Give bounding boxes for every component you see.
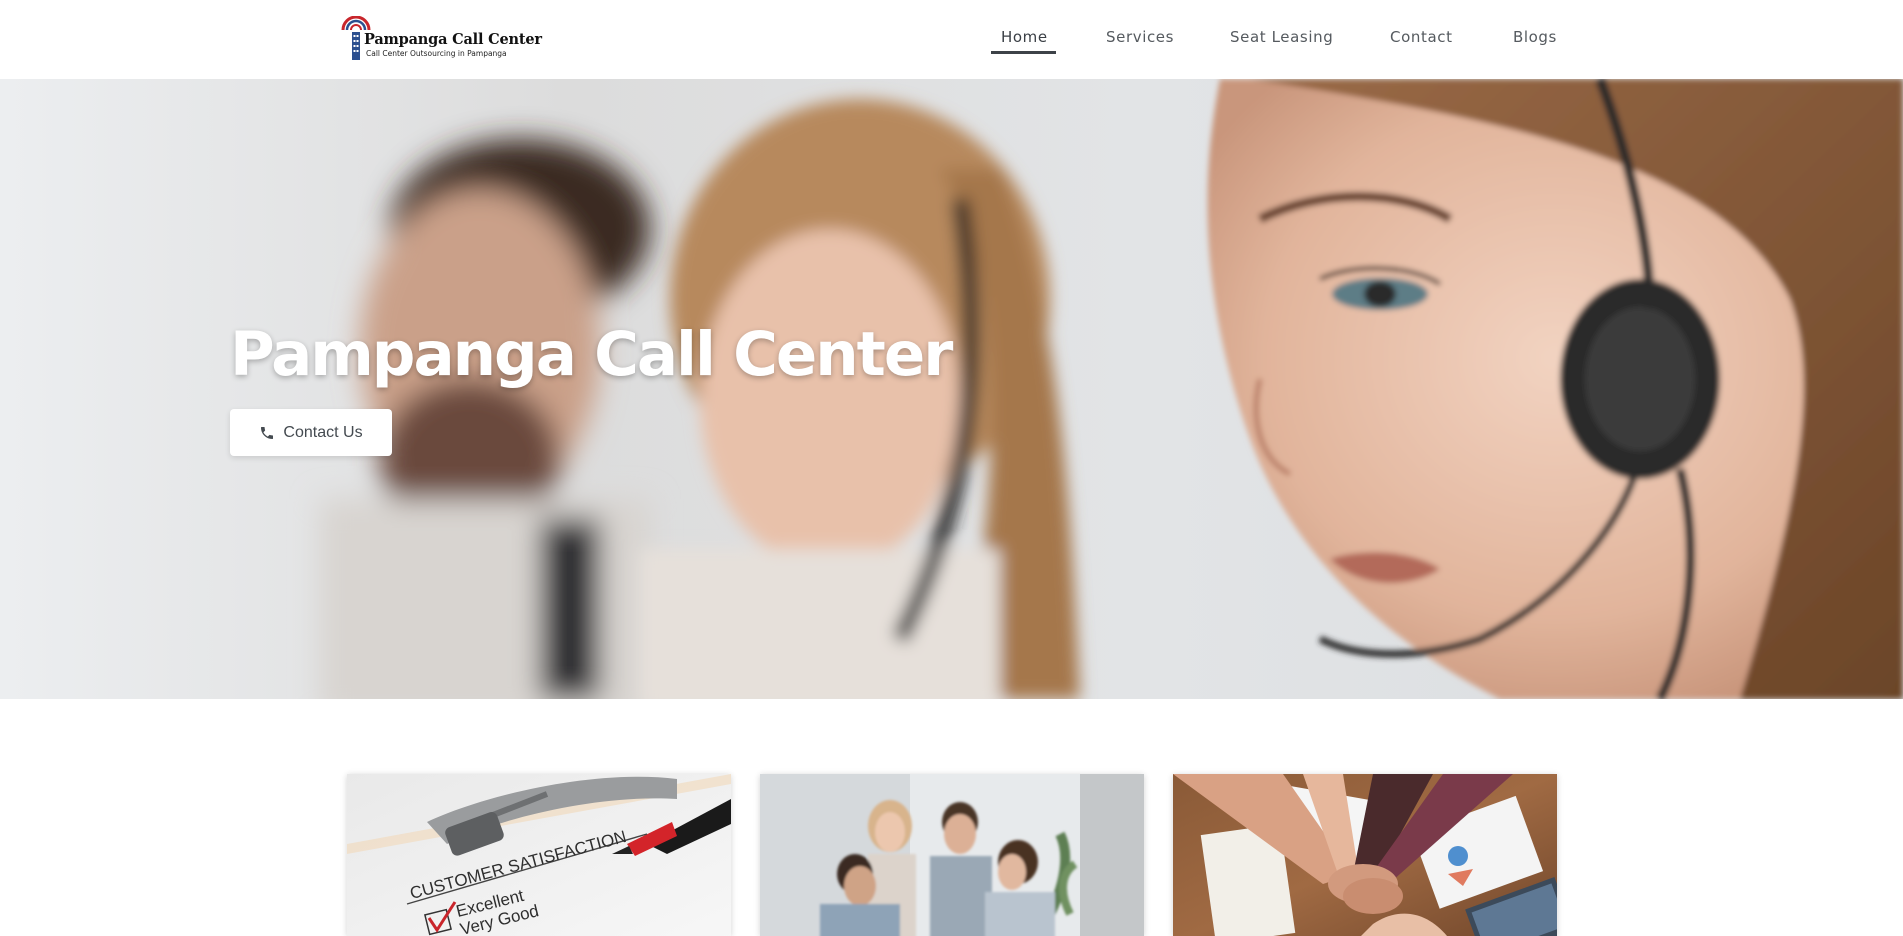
nav-item-contact[interactable]: Contact [1390,28,1453,52]
nav-active-indicator [991,51,1056,54]
nav-item-services[interactable]: Services [1106,28,1174,52]
nav-item-seat-leasing[interactable]: Seat Leasing [1230,28,1333,52]
main-nav: Home Services Seat Leasing Contact Blogs [0,0,1903,79]
nav-item-home[interactable]: Home [1001,28,1048,52]
hero-banner: Pampanga Call Center Contact Us [0,79,1903,699]
card-team-meeting[interactable] [760,774,1144,936]
card-customer-satisfaction[interactable]: CUSTOMER SATISFACTION Excellent Very Goo… [347,774,731,936]
card-teamwork-hands[interactable] [1173,774,1557,936]
phone-icon [261,426,274,439]
hero-title: Pampanga Call Center [230,319,953,390]
nav-item-blogs[interactable]: Blogs [1513,28,1557,52]
contact-us-button[interactable]: Contact Us [230,409,392,456]
feature-cards: CUSTOMER SATISFACTION Excellent Very Goo… [0,774,1903,936]
team-hands-stack-image [1173,774,1557,936]
contact-us-label: Contact Us [283,423,363,441]
team-meeting-image [760,774,1144,936]
site-header: Pampanga Call Center Call Center Outsour… [0,0,1903,79]
